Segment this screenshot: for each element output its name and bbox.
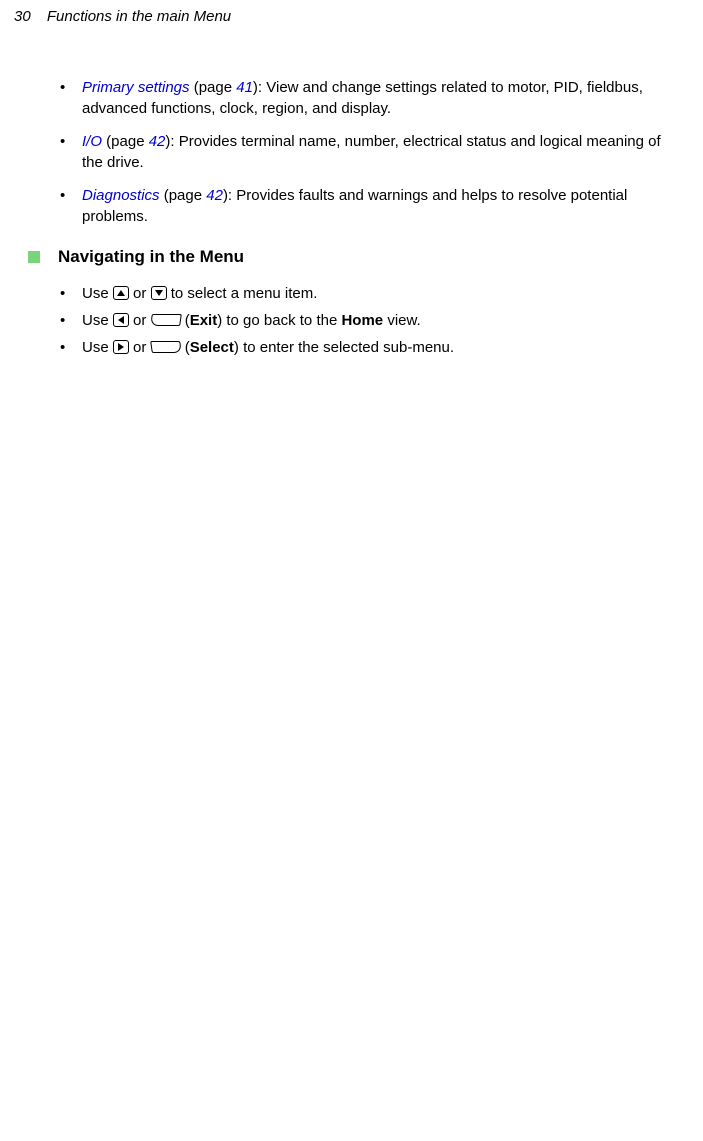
list-item: I/O (page 42): Provides terminal name, n…	[58, 131, 683, 173]
text: ) to enter the selected sub-menu.	[234, 339, 454, 356]
feature-list: Primary settings (page 41): View and cha…	[58, 77, 683, 227]
home-label: Home	[341, 312, 383, 329]
text: view.	[383, 312, 421, 329]
list-item: Use or (Exit) to go back to the Home vie…	[58, 310, 683, 331]
left-key-icon	[113, 313, 129, 327]
link-diagnostics[interactable]: Diagnostics	[82, 187, 160, 204]
page-ref[interactable]: 41	[236, 79, 253, 96]
page-number: 30	[14, 8, 31, 25]
text: (page	[102, 133, 149, 150]
text: Use	[82, 339, 113, 356]
list-item: Use or to select a menu item.	[58, 283, 683, 304]
page-ref[interactable]: 42	[206, 187, 223, 204]
link-primary-settings[interactable]: Primary settings	[82, 79, 190, 96]
navigation-list: Use or to select a menu item. Use or (Ex…	[58, 283, 683, 358]
text: (page	[160, 187, 207, 204]
text: or	[129, 312, 151, 329]
list-item: Diagnostics (page 42): Provides faults a…	[58, 185, 683, 227]
text: or	[129, 339, 151, 356]
left-softkey-icon	[150, 314, 182, 326]
text: to select a menu item.	[167, 285, 318, 302]
section-marker-icon	[28, 251, 40, 263]
select-label: Select	[190, 339, 234, 356]
text: or	[129, 285, 151, 302]
section-heading: Navigating in the Menu	[58, 245, 244, 269]
right-key-icon	[113, 340, 129, 354]
list-item: Use or (Select) to enter the selected su…	[58, 337, 683, 358]
text: ) to go back to the	[217, 312, 341, 329]
section-title: Functions in the main Menu	[47, 8, 231, 25]
page-header: 30 Functions in the main Menu	[0, 0, 703, 27]
list-item: Primary settings (page 41): View and cha…	[58, 77, 683, 119]
right-softkey-icon	[150, 341, 182, 353]
text: Use	[82, 312, 113, 329]
text: ): Provides terminal name, number, elect…	[82, 133, 661, 171]
page-ref[interactable]: 42	[149, 133, 166, 150]
text: (page	[190, 79, 237, 96]
heading-row: Navigating in the Menu	[28, 245, 683, 269]
text: Use	[82, 285, 113, 302]
text: (	[181, 339, 190, 356]
text: (	[181, 312, 190, 329]
page-content: Primary settings (page 41): View and cha…	[0, 27, 703, 358]
down-key-icon	[151, 286, 167, 300]
link-io[interactable]: I/O	[82, 133, 102, 150]
exit-label: Exit	[190, 312, 218, 329]
up-key-icon	[113, 286, 129, 300]
